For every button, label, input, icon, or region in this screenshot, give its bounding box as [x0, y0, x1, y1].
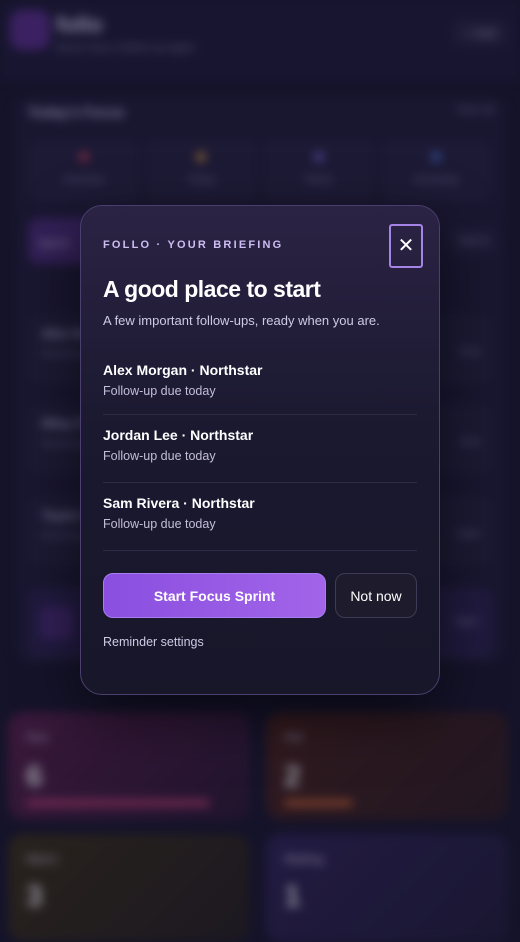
close-icon: ✕ — [397, 235, 415, 257]
focus-title: Today's Focus — [28, 104, 125, 120]
tile-progress-bar — [26, 800, 210, 806]
tile-label: Hot — [284, 730, 303, 744]
app-tagline: Never lose a follow-up again — [56, 42, 195, 54]
view-all-link[interactable]: View all — [456, 104, 494, 116]
app-name: follo — [56, 12, 103, 37]
sprint-start-link[interactable]: Start — [455, 616, 478, 628]
followup-item[interactable]: Jordan Lee · Northstar Follow-up due tod… — [103, 415, 417, 483]
followup-status: Follow-up due today — [103, 384, 216, 398]
tile-value: 3 — [26, 880, 43, 913]
stat-today[interactable]: Today — [145, 140, 257, 202]
followup-name: Sam Rivera · Northstar — [103, 495, 255, 511]
modal-subtitle: A few important follow-ups, ready when y… — [103, 313, 380, 328]
tile-value: 6 — [26, 760, 43, 793]
followup-status: Follow-up due today — [103, 449, 216, 463]
stat-label: Today — [186, 174, 216, 186]
followup-item[interactable]: Sam Rivera · Northstar Follow-up due tod… — [103, 483, 417, 551]
stat-dot — [78, 152, 89, 162]
contact-card-tag: Due — [459, 436, 480, 448]
followup-status: Follow-up due today — [103, 517, 216, 531]
stat-label: Week — [304, 174, 333, 186]
sprint-chip-label: Sprint — [38, 236, 70, 250]
stat-someday[interactable]: Someday — [380, 140, 492, 202]
stat-overdue[interactable]: Overdue — [28, 140, 140, 202]
contact-card-tag: Later — [454, 528, 480, 540]
followup-name: Alex Morgan · Northstar — [103, 362, 263, 378]
tile-label: Due — [26, 730, 49, 744]
tile-value: 1 — [284, 880, 301, 913]
tile-label: Waiting — [284, 852, 324, 866]
start-focus-sprint-button[interactable]: Start Focus Sprint — [103, 573, 326, 618]
app-logo — [10, 10, 50, 50]
briefing-modal: FOLLO · YOUR BRIEFING ✕ A good place to … — [80, 205, 440, 695]
tile-progress-bar — [284, 800, 353, 806]
stat-label: Someday — [413, 174, 460, 186]
sprint-icon — [40, 606, 74, 640]
not-now-button[interactable]: Not now — [335, 573, 417, 618]
add-button[interactable]: + Add — [452, 20, 508, 46]
stat-week[interactable]: Week — [263, 140, 375, 202]
followup-item[interactable]: Alex Morgan · Northstar Follow-up due to… — [103, 350, 417, 415]
stat-dot — [196, 152, 207, 162]
stat-dot — [431, 152, 442, 162]
stat-dot — [313, 152, 324, 162]
tile-value: 2 — [284, 760, 301, 793]
sort-dropdown[interactable]: Sort ▾ — [449, 226, 498, 255]
tile-warm[interactable] — [8, 834, 250, 942]
tile-label: Warm — [26, 852, 58, 866]
reminder-settings-link[interactable]: Reminder settings — [103, 635, 204, 649]
modal-title: A good place to start — [103, 276, 321, 302]
close-button[interactable]: ✕ — [389, 224, 423, 268]
stat-label: Overdue — [62, 174, 105, 186]
followup-name: Jordan Lee · Northstar — [103, 427, 254, 443]
stats-row: Overdue Today Week Someday — [28, 140, 492, 202]
followup-list: Alex Morgan · Northstar Follow-up due to… — [103, 350, 417, 551]
contact-card-tag: Due — [459, 346, 480, 358]
modal-eyebrow: FOLLO · YOUR BRIEFING — [103, 239, 284, 251]
tile-waiting[interactable] — [266, 834, 508, 942]
